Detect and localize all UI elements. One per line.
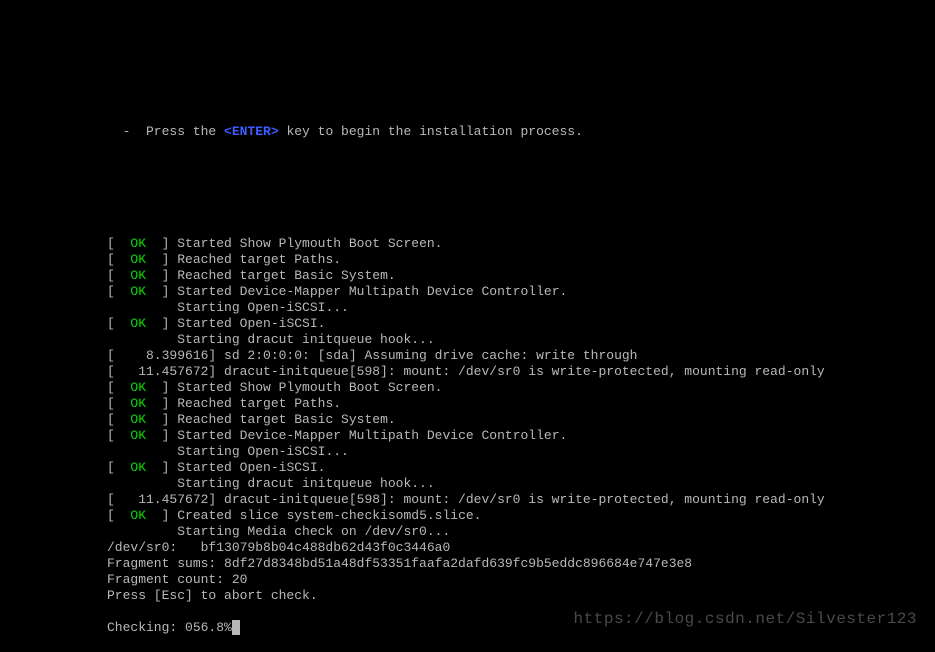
boot-line: [ OK ] Started Show Plymouth Boot Screen… [107,380,935,396]
boot-message: Starting dracut initqueue hook... [177,332,434,347]
ok-status: OK [130,236,146,251]
ok-status: OK [130,508,146,523]
boot-message: Starting Open-iSCSI... [177,444,349,459]
boot-line: [ OK ] Started Open-iSCSI. [107,460,935,476]
boot-line: [ OK ] Created slice system-checkisomd5.… [107,508,935,524]
enter-key: <ENTER> [224,124,279,139]
boot-message: Started Device-Mapper Multipath Device C… [177,428,567,443]
ok-status: OK [130,284,146,299]
boot-message: Started Device-Mapper Multipath Device C… [177,284,567,299]
boot-message: Reached target Paths. [177,396,341,411]
boot-line: /dev/sr0: bf13079b8b04c488db62d43f0c3446… [107,540,935,556]
boot-line: [ OK ] Reached target Paths. [107,252,935,268]
boot-line: [ 11.457672] dracut-initqueue[598]: moun… [107,492,935,508]
ok-status: OK [130,268,146,283]
checking-label: Checking: [107,620,185,635]
ok-status: OK [130,460,146,475]
boot-console: - Press the <ENTER> key to begin the ins… [0,0,935,652]
boot-message: Reached target Basic System. [177,268,395,283]
boot-log: [ OK ] Started Show Plymouth Boot Screen… [107,236,935,604]
prompt-suffix: key to begin the installation process. [279,124,583,139]
boot-line: [ OK ] Started Show Plymouth Boot Screen… [107,236,935,252]
boot-line: Fragment sums: 8df27d8348bd51a48df53351f… [107,556,935,572]
boot-message: Starting Media check on /dev/sr0... [177,524,450,539]
prompt-prefix: - Press the [107,124,224,139]
boot-line: [ 11.457672] dracut-initqueue[598]: moun… [107,364,935,380]
boot-line: Starting Media check on /dev/sr0... [107,524,935,540]
blank-spacer [107,156,935,220]
install-prompt: - Press the <ENTER> key to begin the ins… [107,124,935,140]
boot-message: Reached target Basic System. [177,412,395,427]
boot-line: [ OK ] Reached target Paths. [107,396,935,412]
boot-message: Started Show Plymouth Boot Screen. [177,236,442,251]
boot-line: Starting Open-iSCSI... [107,300,935,316]
watermark: https://blog.csdn.net/Silvester123 [574,611,917,627]
ok-status: OK [130,316,146,331]
ok-status: OK [130,412,146,427]
boot-line: [ OK ] Reached target Basic System. [107,412,935,428]
boot-line: Starting Open-iSCSI... [107,444,935,460]
boot-line: Starting dracut initqueue hook... [107,476,935,492]
boot-message: Starting Open-iSCSI... [177,300,349,315]
ok-status: OK [130,396,146,411]
boot-line: [ 8.399616] sd 2:0:0:0: [sda] Assuming d… [107,348,935,364]
checking-value: 056.8% [185,620,232,635]
boot-message: Created slice system-checkisomd5.slice. [177,508,481,523]
ok-status: OK [130,428,146,443]
boot-line: [ OK ] Started Open-iSCSI. [107,316,935,332]
boot-message: Started Open-iSCSI. [177,316,325,331]
boot-line: Starting dracut initqueue hook... [107,332,935,348]
boot-line: Press [Esc] to abort check. [107,588,935,604]
cursor: _ [232,620,240,635]
boot-message: Reached target Paths. [177,252,341,267]
boot-message: Started Show Plymouth Boot Screen. [177,380,442,395]
boot-message: Starting dracut initqueue hook... [177,476,434,491]
boot-line: [ OK ] Reached target Basic System. [107,268,935,284]
ok-status: OK [130,252,146,267]
boot-line: [ OK ] Started Device-Mapper Multipath D… [107,428,935,444]
boot-line: [ OK ] Started Device-Mapper Multipath D… [107,284,935,300]
ok-status: OK [130,380,146,395]
boot-message: Started Open-iSCSI. [177,460,325,475]
boot-line: Fragment count: 20 [107,572,935,588]
